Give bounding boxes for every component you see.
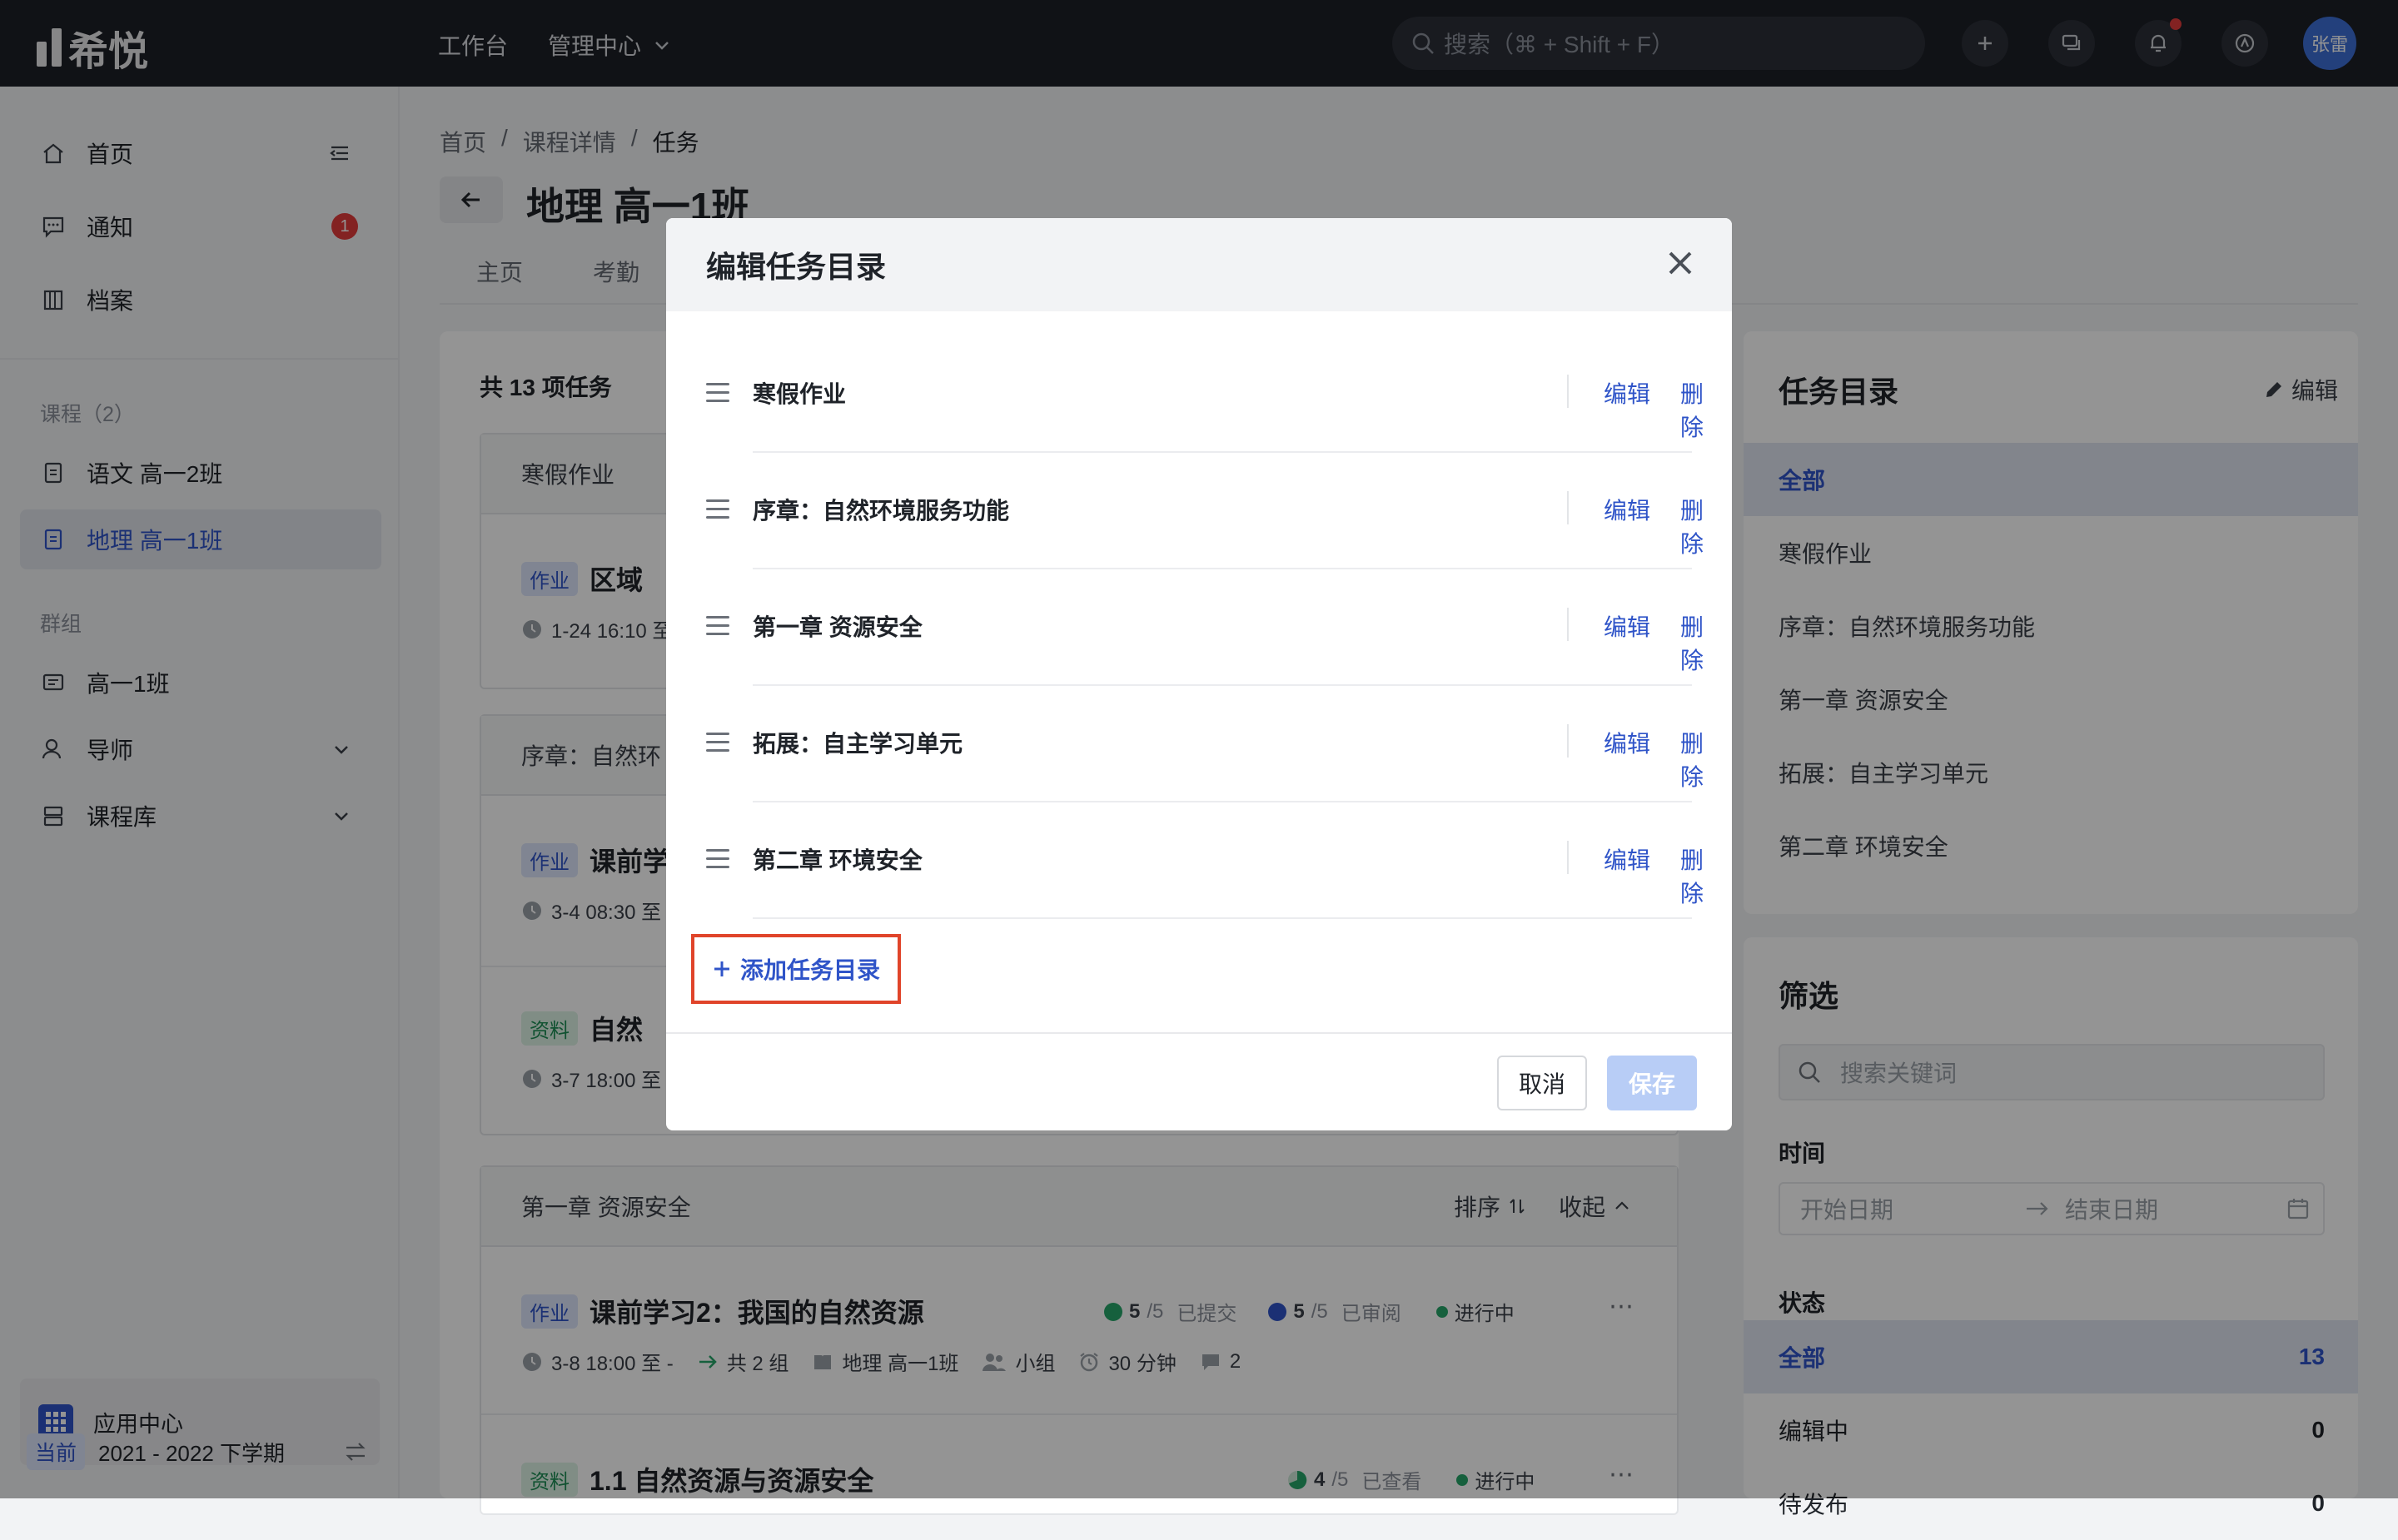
row-separator	[1567, 724, 1569, 758]
drag-handle-icon[interactable]	[706, 499, 729, 524]
row-divider	[753, 917, 1692, 919]
catalog-row: 第二章 环境安全 编辑 删除	[706, 802, 1704, 919]
save-button[interactable]: 保存	[1607, 1056, 1697, 1110]
row-separator	[1567, 608, 1569, 641]
drag-handle-icon[interactable]	[706, 849, 729, 874]
row-separator	[1567, 841, 1569, 874]
close-icon	[1669, 251, 1692, 275]
catalog-row-name: 寒假作业	[753, 381, 847, 407]
edit-catalog-dialog: 编辑任务目录 寒假作业 编辑 删除 序章：自然环境服务功能 编辑 删除 第一章 …	[666, 218, 1732, 1130]
delete-row-button[interactable]: 删除	[1680, 609, 1704, 676]
catalog-row-name: 第二章 环境安全	[753, 847, 923, 873]
edit-row-button[interactable]: 编辑	[1604, 376, 1650, 410]
edit-row-button[interactable]: 编辑	[1604, 842, 1650, 876]
delete-row-button[interactable]: 删除	[1680, 842, 1704, 909]
delete-row-button[interactable]: 删除	[1680, 493, 1704, 559]
delete-row-button[interactable]: 删除	[1680, 726, 1704, 792]
plus-icon	[714, 961, 729, 976]
catalog-row-name: 拓展：自主学习单元	[753, 731, 963, 757]
catalog-row: 第一章 资源安全 编辑 删除	[706, 569, 1704, 686]
catalog-row-name: 序章：自然环境服务功能	[753, 498, 1010, 524]
close-button[interactable]	[1660, 243, 1700, 283]
add-catalog-label: 添加任务目录	[739, 957, 880, 983]
edit-row-button[interactable]: 编辑	[1604, 493, 1650, 526]
drag-handle-icon[interactable]	[706, 383, 729, 408]
footer-divider	[666, 1032, 1732, 1034]
row-separator	[1567, 491, 1569, 524]
edit-row-button[interactable]: 编辑	[1604, 609, 1650, 643]
catalog-row: 序章：自然环境服务功能 编辑 删除	[706, 453, 1704, 569]
drag-handle-icon[interactable]	[706, 616, 729, 641]
drag-handle-icon[interactable]	[706, 733, 729, 758]
cancel-button[interactable]: 取消	[1497, 1056, 1587, 1110]
catalog-row: 寒假作业 编辑 删除	[706, 336, 1704, 453]
delete-row-button[interactable]: 删除	[1680, 376, 1704, 443]
catalog-row-name: 第一章 资源安全	[753, 614, 923, 640]
dialog-title: 编辑任务目录	[666, 218, 1732, 311]
catalog-row: 拓展：自主学习单元 编辑 删除	[706, 686, 1704, 802]
edit-row-button[interactable]: 编辑	[1604, 726, 1650, 759]
add-catalog-button[interactable]: 添加任务目录	[691, 934, 901, 1004]
row-separator	[1567, 375, 1569, 408]
